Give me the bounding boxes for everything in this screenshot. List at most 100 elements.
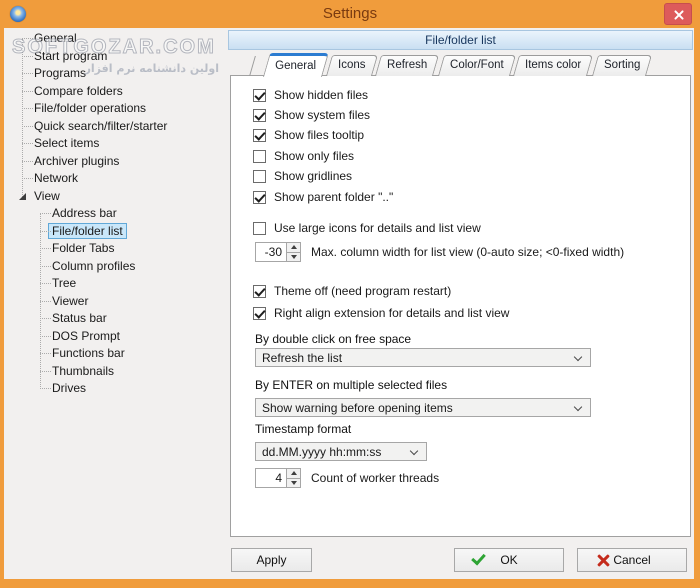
sidebar-item-file-folder-operations[interactable]: File/folder operations [4,100,228,118]
tab-general[interactable]: General [263,53,329,77]
close-button[interactable] [664,3,692,25]
cancel-button[interactable]: Cancel [577,548,687,572]
tree-branch-line [40,388,51,389]
checkbox-show-hidden-files[interactable]: Show hidden files [253,87,368,103]
sidebar-item-folder-tabs[interactable]: Folder Tabs [4,240,228,258]
tree-branch-line [22,73,33,74]
checkbox-show-only-files[interactable]: Show only files [253,148,354,164]
sidebar-item-functions-bar[interactable]: Functions bar [4,345,228,363]
checkbox-show-files-tooltip[interactable]: Show files tooltip [253,127,364,143]
tab-items-color[interactable]: Items color [513,55,593,76]
arrow-down-icon [291,255,297,259]
tree-branch-line [40,318,51,319]
checkbox-show-parent-folder[interactable]: Show parent folder ".." [253,189,393,205]
sidebar-item-quick-search-filter-starter[interactable]: Quick search/filter/starter [4,118,228,136]
tree-branch-line [22,126,33,127]
checkbox-theme-off[interactable]: Theme off (need program restart) [253,283,451,299]
tab-sorting[interactable]: Sorting [592,55,652,76]
spinner-up-button[interactable] [287,243,300,252]
window-title: Settings [0,5,700,22]
apply-button[interactable]: Apply [231,548,312,572]
checkbox-icon [253,129,266,142]
sidebar-item-label: Programs [30,65,90,81]
sidebar-item-label: Start program [30,48,111,64]
sidebar-item-label: Drives [48,380,90,396]
sidebar-item-label: Quick search/filter/starter [30,118,171,134]
tree-branch-line [40,301,51,302]
title-bar: Settings [0,0,700,28]
tree-branch-line [22,108,33,109]
checkbox-right-align-extension[interactable]: Right align extension for details and li… [253,305,509,321]
max-column-width-row: -30 Max. column width for list view (0-a… [255,242,624,262]
spinner-buttons [286,243,300,261]
tab-label: General [275,56,316,76]
ok-button[interactable]: OK [454,548,564,572]
sidebar-item-label: Thumbnails [48,363,118,379]
chevron-down-icon [574,353,582,361]
sidebar-item-dos-prompt[interactable]: DOS Prompt [4,328,228,346]
sidebar-item-column-profiles[interactable]: Column profiles [4,258,228,276]
spinner-down-button[interactable] [287,252,300,262]
tab-refresh[interactable]: Refresh [375,55,439,76]
dropdown-value: Refresh the list [262,351,342,365]
timestamp-format-dropdown[interactable]: dd.MM.yyyy hh:mm:ss [255,442,427,461]
sidebar-item-label: Address bar [48,205,121,221]
sidebar-item-viewer[interactable]: Viewer [4,293,228,311]
sidebar-item-network[interactable]: Network [4,170,228,188]
tree-branch-line [40,336,51,337]
max-column-width-spinner[interactable]: -30 [255,242,301,262]
tree-branch-line [22,178,33,179]
checkbox-show-system-files[interactable]: Show system files [253,107,370,123]
tree-branch-line [40,371,51,372]
tab-icons[interactable]: Icons [326,55,378,76]
worker-threads-spinner[interactable]: 4 [255,468,301,488]
sidebar-item-select-items[interactable]: Select items [4,135,228,153]
sidebar-item-drives[interactable]: Drives [4,380,228,398]
settings-panel: File/folder list General Icons Refresh C… [228,30,693,575]
sidebar-item-label: Viewer [48,293,92,309]
checkbox-label: Show files tooltip [274,128,364,142]
double-click-dropdown[interactable]: Refresh the list [255,348,591,367]
sidebar-item-start-program[interactable]: Start program [4,48,228,66]
sidebar-item-label: Archiver plugins [30,153,123,169]
sidebar-item-label: Folder Tabs [48,240,118,256]
enter-multi-dropdown[interactable]: Show warning before opening items [255,398,591,417]
spinner-label: Max. column width for list view (0-auto … [311,245,624,259]
checkbox-show-gridlines[interactable]: Show gridlines [253,168,352,184]
spinner-value: 4 [256,469,286,487]
checkbox-use-large-icons[interactable]: Use large icons for details and list vie… [253,220,481,236]
checkbox-label: Theme off (need program restart) [274,284,451,298]
checkbox-icon [253,191,266,204]
checkbox-icon [253,285,266,298]
spinner-up-button[interactable] [287,469,300,478]
checkbox-label: Use large icons for details and list vie… [274,221,481,235]
sidebar-item-view[interactable]: View [4,188,228,206]
checkbox-label: Show system files [274,108,370,122]
spinner-down-button[interactable] [287,478,300,488]
sidebar-item-label: Status bar [48,310,111,326]
sidebar-item-address-bar[interactable]: Address bar [4,205,228,223]
sidebar-item-file-folder-list[interactable]: File/folder list [4,223,228,241]
checkbox-label: Show gridlines [274,169,352,183]
sidebar-item-label: Network [30,170,82,186]
sidebar-item-archiver-plugins[interactable]: Archiver plugins [4,153,228,171]
tab-label: Refresh [387,56,427,75]
sidebar-item-thumbnails[interactable]: Thumbnails [4,363,228,381]
sidebar-item-label: Compare folders [30,83,127,99]
sidebar-item-status-bar[interactable]: Status bar [4,310,228,328]
tree-branch-line [40,353,51,354]
expanded-triangle-icon[interactable] [19,193,26,200]
tree-branch-line [40,266,51,267]
tab-color-font[interactable]: Color/Font [438,55,516,76]
sidebar-item-label: Tree [48,275,80,291]
sidebar-item-compare-folders[interactable]: Compare folders [4,83,228,101]
tab-label: Icons [338,56,366,75]
sidebar-item-general[interactable]: General [4,30,228,48]
enter-multi-label: By ENTER on multiple selected files [255,378,447,393]
sidebar-item-tree[interactable]: Tree [4,275,228,293]
checkbox-label: Show parent folder ".." [274,190,393,204]
chevron-down-icon [410,447,418,455]
sidebar-item-programs[interactable]: Programs [4,65,228,83]
checkbox-icon [253,89,266,102]
worker-threads-row: 4 Count of worker threads [255,468,439,488]
